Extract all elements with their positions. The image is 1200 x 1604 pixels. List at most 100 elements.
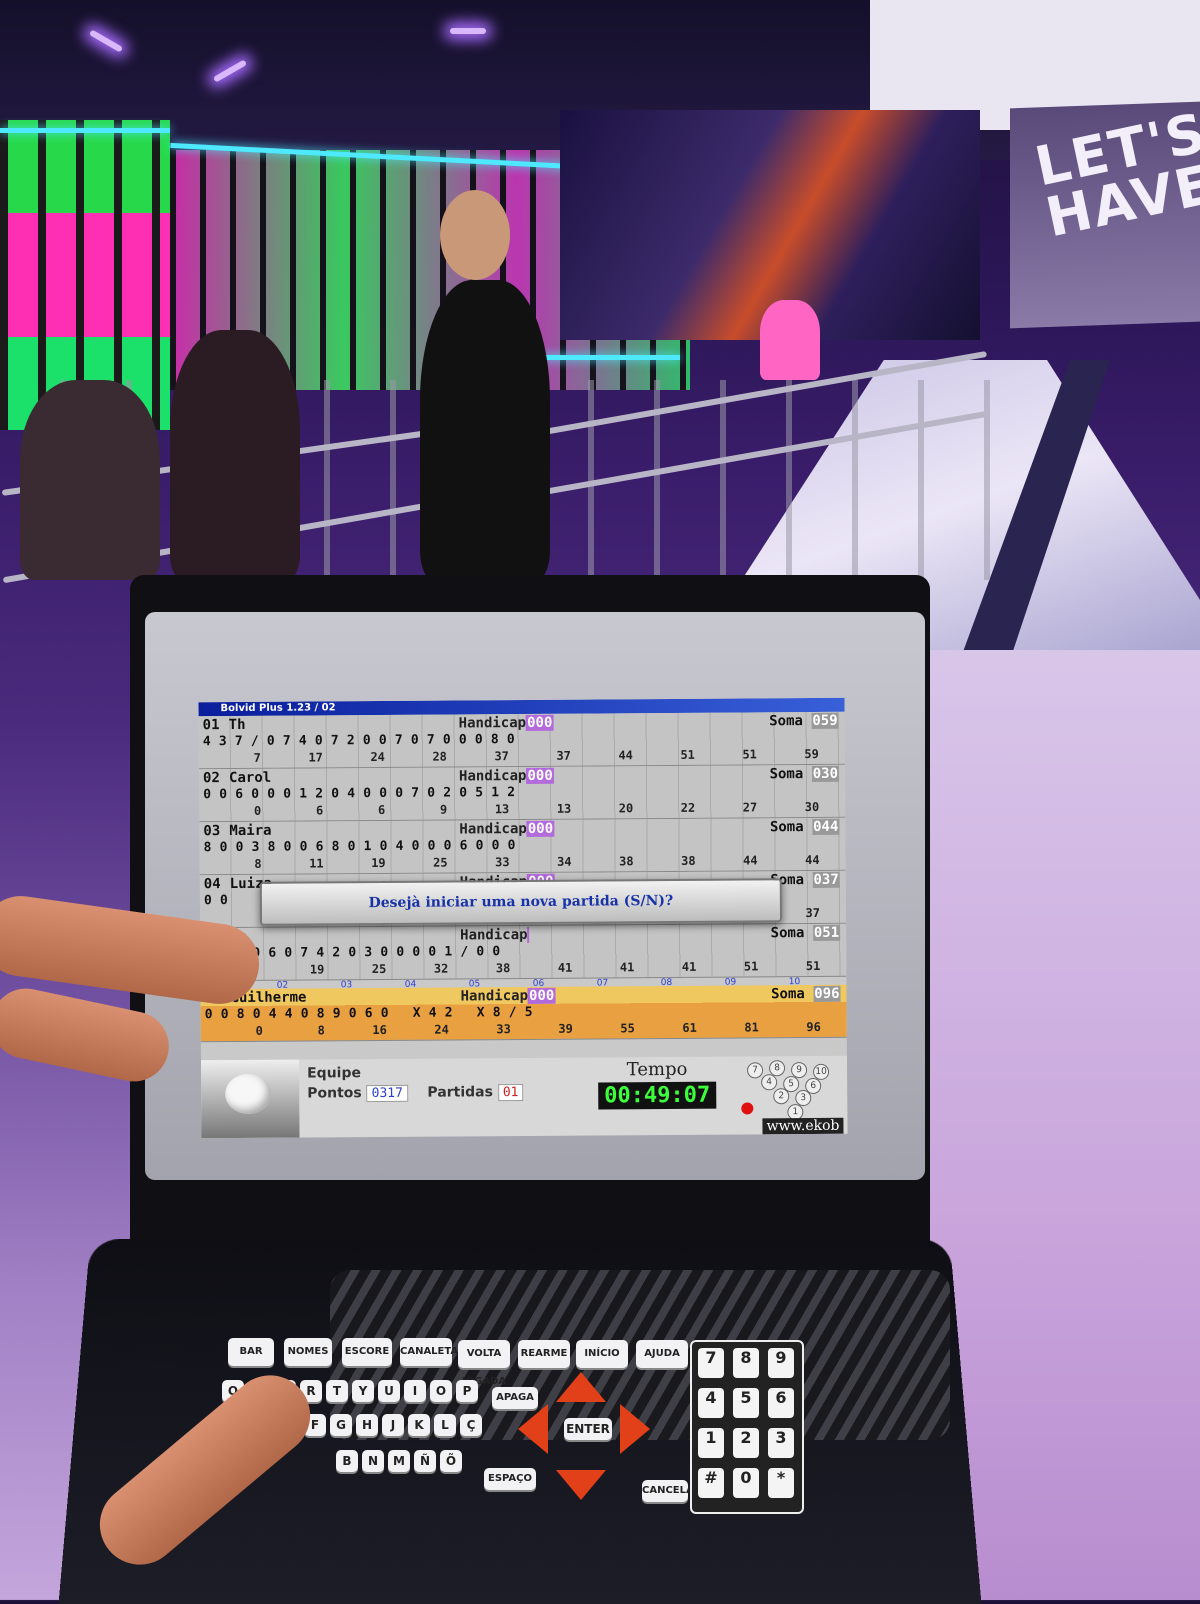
numpad-key[interactable]: 1 xyxy=(698,1428,724,1458)
frame-total: 38 xyxy=(619,854,634,869)
new-game-dialog[interactable]: Desejà iniciar uma nova partida (S/N)? xyxy=(259,878,783,926)
soma-label: Soma xyxy=(770,924,805,941)
mascot-head xyxy=(225,1073,272,1115)
handicap-label: Handicap xyxy=(459,820,527,837)
ball-score: 2 xyxy=(443,785,452,801)
frame-total: 32 xyxy=(433,961,449,976)
soma-label: Soma xyxy=(769,765,804,782)
letter-key[interactable]: N xyxy=(362,1450,384,1472)
frame-total: 44 xyxy=(618,748,633,763)
soma-value: 044 xyxy=(812,818,840,835)
numpad-key[interactable]: 9 xyxy=(768,1348,794,1378)
enter-key[interactable]: ENTER xyxy=(564,1418,612,1440)
function-key[interactable]: BAR xyxy=(228,1338,274,1366)
frame-total: 37 xyxy=(556,748,571,763)
apaga-key[interactable]: APAGA xyxy=(492,1387,538,1409)
numpad-key[interactable]: # xyxy=(698,1468,724,1498)
letter-key[interactable]: M xyxy=(388,1450,410,1472)
soma-value: 037 xyxy=(812,871,840,888)
function-key[interactable]: INÍCIO xyxy=(576,1340,628,1368)
handicap: Handicap000 xyxy=(459,819,719,837)
letter-key[interactable]: O xyxy=(430,1380,452,1402)
cancela-key[interactable]: CANCELA xyxy=(642,1480,694,1502)
soma: Soma 044 xyxy=(719,818,845,835)
soma-value: 030 xyxy=(811,765,840,782)
function-key[interactable]: ESCORE xyxy=(342,1338,392,1366)
frame-total: 8 xyxy=(317,1023,325,1038)
player-number: 01 xyxy=(202,716,220,733)
ball-score: 0 xyxy=(474,732,483,748)
ball-score: 4 xyxy=(268,1006,277,1022)
ball-score: 0 xyxy=(219,893,228,909)
ball-score: 4 xyxy=(202,734,211,750)
letter-key[interactable]: Ñ xyxy=(414,1450,436,1472)
letter-key[interactable]: K xyxy=(408,1414,430,1436)
frame-total: 0 xyxy=(253,803,262,818)
function-key[interactable]: AJUDA xyxy=(636,1340,688,1368)
person-seated xyxy=(170,330,300,580)
letter-key[interactable]: G xyxy=(330,1414,352,1436)
player-row: 06 Guilherme Handicap000 Soma 096 008044… xyxy=(200,984,847,1043)
ball-score: 0 xyxy=(443,838,452,854)
letter-key[interactable]: I xyxy=(404,1380,426,1402)
letter-key[interactable]: T xyxy=(326,1380,348,1402)
function-key[interactable]: REARME xyxy=(518,1340,570,1368)
player-name: Maira xyxy=(229,822,272,839)
ceiling-light xyxy=(450,28,486,34)
ball-score xyxy=(232,892,248,909)
ball-score: 0 xyxy=(506,732,515,748)
frame-total: 30 xyxy=(804,799,820,815)
function-key[interactable]: CANALETA xyxy=(400,1338,458,1366)
numpad-key[interactable]: 4 xyxy=(698,1388,724,1418)
ball-score: 0 xyxy=(266,733,275,749)
frame-total: 24 xyxy=(370,749,385,765)
handicap-value: 000 xyxy=(526,820,555,837)
frame-total: 51 xyxy=(742,747,757,762)
ball-score: 0 xyxy=(475,838,484,854)
pontos-label: Pontos xyxy=(307,1085,362,1102)
ball-score: 0 xyxy=(410,732,419,748)
frame-total: 81 xyxy=(744,1020,759,1035)
letter-key[interactable]: L xyxy=(434,1414,456,1436)
ball-score: 0 xyxy=(251,786,260,802)
letter-key[interactable]: P xyxy=(456,1380,478,1402)
ball-score: 0 xyxy=(348,1006,357,1022)
numpad-key[interactable]: 0 xyxy=(733,1468,759,1498)
numpad-key[interactable]: 3 xyxy=(768,1428,794,1458)
ball-score: 7 xyxy=(234,733,243,750)
letter-key[interactable]: Õ xyxy=(440,1450,462,1472)
frame-total: 59 xyxy=(804,746,819,762)
letter-key[interactable]: H xyxy=(356,1414,378,1436)
function-key[interactable]: VOLTA JOGADA xyxy=(458,1340,510,1387)
numpad-key[interactable]: 7 xyxy=(698,1348,724,1378)
handicap: Handicap000 xyxy=(459,713,719,731)
player-name: Th xyxy=(228,716,246,733)
numpad-key[interactable]: 8 xyxy=(733,1348,759,1378)
score-screen[interactable]: Bolvid Plus 1.23 / 02 01 Th Handicap000 … xyxy=(198,697,848,1139)
handicap: Handicap xyxy=(460,925,720,943)
ball-score: 0 xyxy=(412,944,421,960)
frame-total: 55 xyxy=(620,1021,635,1036)
ball-score: 8 xyxy=(267,839,276,855)
numpad-key[interactable]: 2 xyxy=(733,1428,759,1458)
ball-score: 0 xyxy=(379,785,388,802)
ball-score: 7 xyxy=(282,733,291,749)
ball-score: 4 xyxy=(284,1006,293,1022)
function-key[interactable]: NOMES xyxy=(284,1338,332,1366)
letter-key[interactable]: Y xyxy=(352,1380,374,1402)
espaco-key[interactable]: ESPAÇO xyxy=(484,1468,536,1490)
numpad-key[interactable]: 5 xyxy=(733,1388,759,1418)
ball-score: 3 xyxy=(218,734,227,750)
soma-label: Soma xyxy=(769,818,804,835)
ball-score: 0 xyxy=(507,838,516,854)
letter-key[interactable]: J xyxy=(382,1414,404,1436)
numpad-key[interactable]: * xyxy=(768,1468,794,1498)
letter-key[interactable]: B xyxy=(336,1450,358,1472)
letter-key[interactable]: U xyxy=(378,1380,400,1402)
ball-score: 0 xyxy=(379,838,388,854)
ball-score: 0 xyxy=(458,732,467,748)
ball-score: 3 xyxy=(364,945,373,961)
frame-total: 34 xyxy=(557,854,572,869)
numpad-key[interactable]: 6 xyxy=(768,1388,794,1418)
letter-key[interactable]: Ç xyxy=(460,1414,482,1436)
